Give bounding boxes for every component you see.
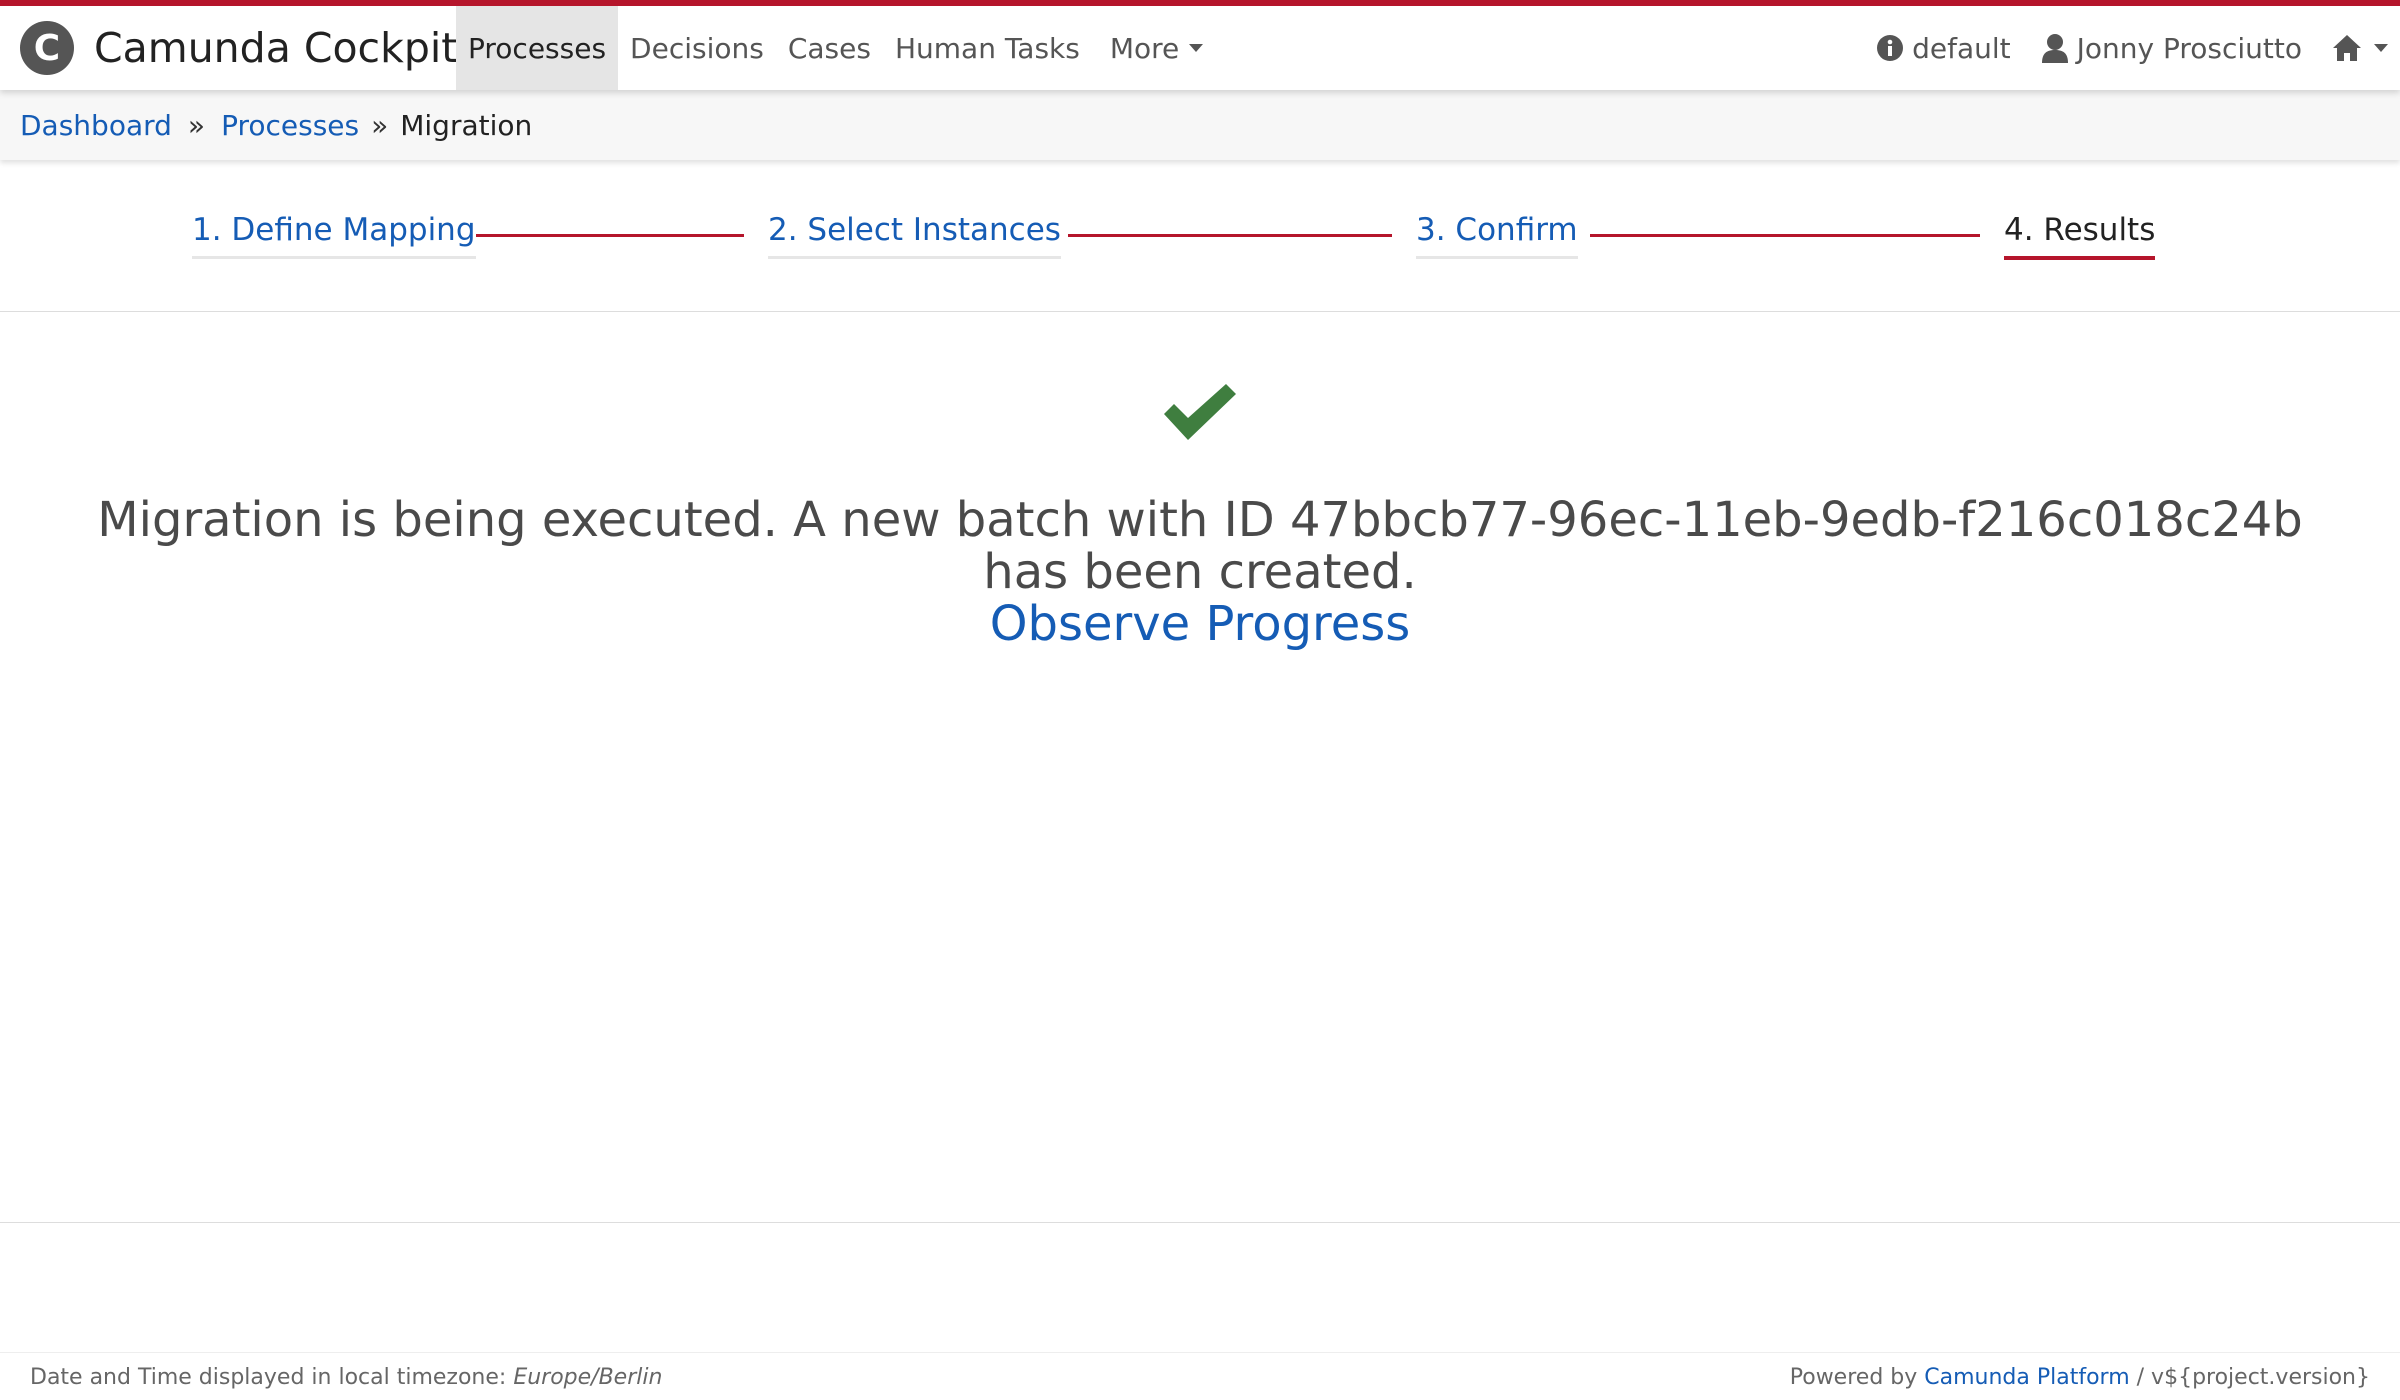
breadcrumb-processes[interactable]: Processes (221, 109, 359, 142)
camunda-logo-icon: C (20, 21, 74, 75)
step-connector (1068, 234, 1392, 237)
breadcrumb-migration: Migration (400, 108, 533, 142)
brand[interactable]: C Camunda Cockpit (20, 21, 457, 75)
footer-powered-by: Powered by Camunda Platform / v${project… (1790, 1365, 2370, 1390)
timezone-value: Europe/Berlin (513, 1365, 663, 1390)
nav-item-processes[interactable]: Processes (456, 6, 619, 90)
user-name: Jonny Prosciutto (2076, 31, 2302, 65)
observe-progress-link[interactable]: Observe Progress (990, 598, 1411, 650)
migration-result: Migration is being executed. A new batch… (0, 380, 2400, 650)
step-results: 4. Results (2004, 212, 2156, 260)
engine-label: default (1912, 31, 2011, 65)
brand-name: Camunda Cockpit (94, 24, 458, 72)
wizard-steps: 1. Define Mapping 2. Select Instances 3.… (0, 160, 2400, 312)
content-divider (0, 1222, 2400, 1223)
chevron-down-icon (1189, 44, 1204, 52)
step-select-instances[interactable]: 2. Select Instances (768, 212, 1061, 259)
navbar-right: default Jonny Prosciutto (1846, 6, 2388, 90)
top-navbar: C Camunda Cockpit Processes Decisions Ca… (0, 0, 2400, 90)
nav-more-label: More (1109, 31, 1180, 65)
breadcrumb-dashboard[interactable]: Dashboard (20, 109, 172, 142)
step-connector (1590, 234, 1980, 237)
footer-timezone: Date and Time displayed in local timezon… (30, 1365, 662, 1390)
footer: Date and Time displayed in local timezon… (0, 1352, 2400, 1400)
breadcrumb-separator: » (187, 108, 206, 142)
chevron-down-icon (2374, 44, 2388, 52)
nav-item-human-tasks[interactable]: Human Tasks (883, 6, 1092, 90)
engine-selector[interactable]: default (1876, 32, 2011, 65)
step-connector (476, 234, 744, 237)
step-confirm[interactable]: 3. Confirm (1416, 212, 1578, 259)
user-icon (2041, 34, 2068, 63)
result-message: Migration is being executed. A new batch… (97, 492, 2303, 600)
breadcrumb: Dashboard » Processes » Migration (0, 90, 2400, 160)
breadcrumb-separator: » (371, 108, 389, 142)
step-define-mapping[interactable]: 1. Define Mapping (192, 212, 476, 259)
nav-item-cases[interactable]: Cases (776, 6, 883, 90)
camunda-platform-link[interactable]: Camunda Platform (1924, 1365, 2129, 1390)
version-label: / v${project.version} (2136, 1365, 2370, 1390)
home-menu[interactable] (2332, 34, 2388, 62)
nav-item-decisions[interactable]: Decisions (618, 6, 776, 90)
timezone-prefix: Date and Time displayed in local timezon… (30, 1365, 507, 1390)
main-nav: Processes Decisions Cases Human Tasks Mo… (456, 6, 1215, 90)
info-icon (1877, 35, 1904, 61)
nav-item-more[interactable]: More (1098, 6, 1215, 90)
user-menu[interactable]: Jonny Prosciutto (2041, 32, 2302, 65)
home-icon (2333, 35, 2361, 61)
checkmark-icon (1164, 384, 1236, 440)
powered-prefix: Powered by (1789, 1365, 1918, 1390)
